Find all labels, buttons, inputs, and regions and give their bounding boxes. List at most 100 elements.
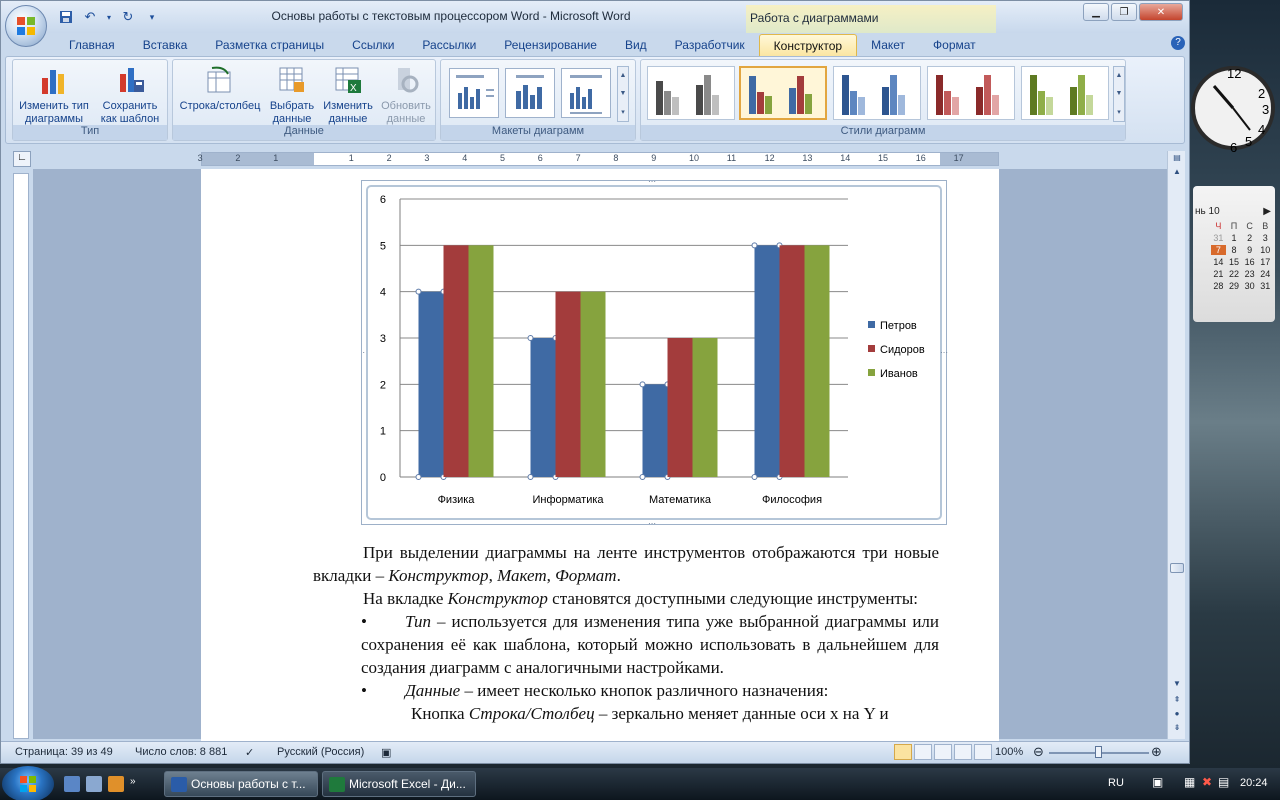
scroll-down-icon[interactable]: ▼	[1170, 679, 1184, 691]
calendar-day[interactable]: 28	[1211, 281, 1227, 291]
web-layout-view-button[interactable]	[934, 744, 952, 760]
calendar-day[interactable]: 24	[1257, 269, 1273, 279]
calendar-day[interactable]: 22	[1226, 269, 1242, 279]
tab-1[interactable]: Вставка	[129, 34, 202, 56]
zoom-out-icon[interactable]: ⊖	[1033, 744, 1044, 760]
quick-launch-more-icon[interactable]: »	[130, 776, 138, 792]
calendar-day[interactable]: 9	[1242, 245, 1258, 255]
volume-muted-icon[interactable]: ✖	[1202, 775, 1212, 789]
draft-view-button[interactable]	[974, 744, 992, 760]
show-desktop-icon[interactable]	[64, 776, 80, 792]
clock-time[interactable]: 20:24	[1240, 777, 1268, 789]
chart-style-1[interactable]	[647, 66, 735, 120]
next-page-icon[interactable]: ⇟	[1170, 723, 1184, 735]
outline-view-button[interactable]	[954, 744, 972, 760]
taskbar-word-item[interactable]: Основы работы с т...	[164, 771, 318, 797]
select-data-button[interactable]: Выбрать данные	[265, 64, 319, 126]
tab-0[interactable]: Главная	[55, 34, 129, 56]
tab-3[interactable]: Ссылки	[338, 34, 408, 56]
bar-0-0[interactable]	[418, 291, 444, 477]
scroll-down-icon[interactable]: ▼	[620, 90, 627, 97]
scroll-up-icon[interactable]: ▲	[1170, 167, 1184, 179]
change-chart-type-button[interactable]: Изменить тип диаграммы	[17, 64, 91, 126]
start-button[interactable]	[2, 766, 54, 800]
taskbar-excel-item[interactable]: Microsoft Excel - Ди...	[322, 771, 476, 797]
previous-page-icon[interactable]: ⇞	[1170, 695, 1184, 707]
bar-1-2[interactable]	[667, 338, 693, 477]
zoom-level[interactable]: 100%	[995, 746, 1023, 758]
maximize-button[interactable]: ❐	[1111, 3, 1137, 21]
switch-row-column-button[interactable]: Строка/столбец	[175, 64, 265, 113]
ruler-toggle-icon[interactable]: ▤	[1170, 153, 1184, 165]
switch-windows-icon[interactable]	[86, 776, 102, 792]
calendar-day[interactable]: 2	[1242, 233, 1258, 243]
gallery-more-icon[interactable]: ▾	[621, 108, 625, 116]
calendar-day[interactable]: 30	[1242, 281, 1258, 291]
gallery-more-icon[interactable]: ▾	[1117, 108, 1121, 116]
minimize-button[interactable]: ▁	[1083, 3, 1109, 21]
calendar-day[interactable]: 7	[1210, 245, 1227, 255]
edit-data-button[interactable]: X Изменить данные	[319, 64, 377, 126]
bar-2-0[interactable]	[468, 245, 494, 477]
chart-layout-2[interactable]	[505, 68, 555, 118]
chart-style-3[interactable]	[833, 66, 921, 120]
save-icon[interactable]	[57, 8, 75, 26]
bar-1-3[interactable]	[779, 245, 805, 477]
bar-chart[interactable]: 0 1 2 3 4 5 6 Физика Информатика Математика Филосо…	[362, 181, 948, 526]
tab-5[interactable]: Рецензирование	[490, 34, 611, 56]
media-player-icon[interactable]	[108, 776, 124, 792]
help-icon[interactable]: ?	[1171, 36, 1185, 50]
tab-4[interactable]: Рассылки	[408, 34, 490, 56]
tab-2[interactable]: Разметка страницы	[201, 34, 338, 56]
scroll-down-icon[interactable]: ▼	[1116, 90, 1123, 97]
language-indicator[interactable]: RU	[1108, 777, 1124, 789]
calendar-day[interactable]: 15	[1226, 257, 1242, 267]
calendar-day[interactable]: 10	[1257, 245, 1273, 255]
undo-dropdown-icon[interactable]: ▾	[105, 8, 113, 26]
calendar-day[interactable]: 3	[1257, 233, 1273, 243]
save-as-template-button[interactable]: Сохранить как шаблон	[97, 64, 163, 126]
network-icon[interactable]: ▣	[1152, 775, 1163, 789]
bar-1-1[interactable]	[555, 291, 581, 477]
bar-2-2[interactable]	[692, 338, 718, 477]
tab-6[interactable]: Вид	[611, 34, 661, 56]
full-screen-view-button[interactable]	[914, 744, 932, 760]
calendar-day[interactable]: 14	[1211, 257, 1227, 267]
tab-10[interactable]: Формат	[919, 34, 990, 56]
tab-selector-icon[interactable]: ∟	[13, 151, 31, 167]
calendar-day[interactable]: 29	[1226, 281, 1242, 291]
styles-gallery-scroll[interactable]: ▲ ▼ ▾	[1113, 66, 1125, 122]
status-words[interactable]: Число слов: 8 881	[135, 746, 227, 758]
bar-2-3[interactable]	[804, 245, 830, 477]
bar-0-1[interactable]	[530, 338, 556, 477]
calendar-day[interactable]: 23	[1242, 269, 1258, 279]
chart-layout-1[interactable]	[449, 68, 499, 118]
chart-style-2-selected[interactable]	[739, 66, 827, 120]
bar-0-3[interactable]	[754, 245, 780, 477]
calendar-day[interactable]: 8	[1226, 245, 1242, 255]
tab-7[interactable]: Разработчик	[661, 34, 759, 56]
tab-8[interactable]: Конструктор	[758, 34, 858, 56]
horizontal-ruler[interactable]: 3 2 1 1 2 3 4 5 6 7 8 9 10 11 12 13 14 15 16 17	[198, 152, 999, 166]
calendar-day[interactable]: 1	[1226, 233, 1242, 243]
chart-object[interactable]: 0 1 2 3 4 5 6 Физика Информатика Математика Филосо…	[361, 180, 948, 526]
calendar-day[interactable]: 31	[1257, 281, 1273, 291]
browse-object-icon[interactable]: ●	[1170, 709, 1184, 721]
close-button[interactable]: ✕	[1139, 3, 1183, 21]
vertical-ruler[interactable]	[13, 173, 29, 739]
bar-1-0[interactable]	[443, 245, 469, 477]
document-text[interactable]: При выделении диаграммы на ленте инструм…	[313, 541, 939, 725]
zoom-slider-thumb[interactable]	[1095, 746, 1102, 758]
undo-icon[interactable]: ↶	[81, 8, 99, 26]
tab-9[interactable]: Макет	[857, 34, 919, 56]
print-layout-view-button[interactable]	[894, 744, 912, 760]
macro-record-icon[interactable]: ▣	[381, 746, 391, 759]
tray-device-icon[interactable]: ▦	[1184, 775, 1195, 789]
customize-qat-icon[interactable]: ▾	[143, 8, 161, 26]
status-page[interactable]: Страница: 39 из 49	[15, 746, 113, 758]
tray-app-icon[interactable]: ▤	[1218, 775, 1229, 789]
calendar-day[interactable]: 17	[1257, 257, 1273, 267]
chart-layout-3[interactable]	[561, 68, 611, 118]
chart-style-4[interactable]	[927, 66, 1015, 120]
redo-icon[interactable]: ↻	[119, 8, 137, 26]
